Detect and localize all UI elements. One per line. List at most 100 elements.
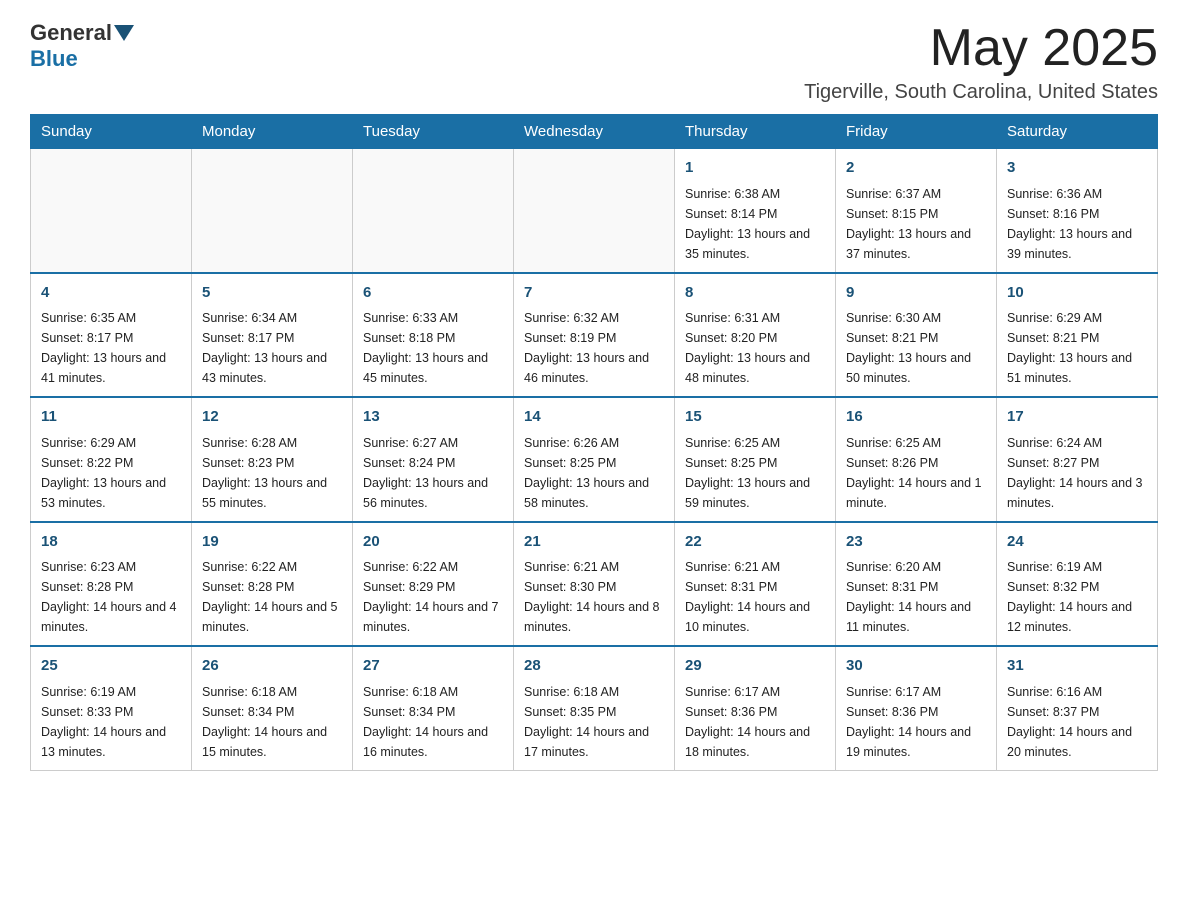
calendar-cell: 7Sunrise: 6:32 AMSunset: 8:19 PMDaylight…: [514, 273, 675, 398]
day-number: 21: [524, 531, 664, 554]
day-number: 15: [685, 406, 825, 429]
weekday-header-sunday: Sunday: [31, 115, 192, 149]
day-number: 28: [524, 655, 664, 678]
calendar-cell: 9Sunrise: 6:30 AMSunset: 8:21 PMDaylight…: [836, 273, 997, 398]
calendar-cell: [514, 149, 675, 273]
day-info: Sunrise: 6:33 AMSunset: 8:18 PMDaylight:…: [363, 308, 503, 388]
calendar-cell: 18 Sunrise: 6:23 AMSunset: 8:28 PMDayligh…: [31, 522, 192, 647]
day-info: Sunrise: 6:25 AMSunset: 8:25 PMDaylight:…: [685, 433, 825, 513]
calendar-cell: 2 Sunrise: 6:37 AMSunset: 8:15 PMDaylight…: [836, 149, 997, 273]
day-info: Sunrise: 6:35 AMSunset: 8:17 PMDaylight:…: [41, 308, 181, 388]
day-number: 11: [41, 406, 181, 429]
day-number: 23: [846, 531, 986, 554]
calendar-week-row: 11 Sunrise: 6:29 AMSunset: 8:22 PMDayligh…: [31, 397, 1158, 522]
calendar-cell: [192, 149, 353, 273]
day-info: Sunrise: 6:31 AMSunset: 8:20 PMDaylight:…: [685, 308, 825, 388]
day-info: Sunrise: 6:16 AMSunset: 8:37 PMDaylight:…: [1007, 682, 1147, 762]
day-number: 7: [524, 282, 664, 305]
calendar-cell: 25 Sunrise: 6:19 AMSunset: 8:33 PMDayligh…: [31, 646, 192, 770]
day-number: 3: [1007, 157, 1147, 180]
day-info: Sunrise: 6:34 AMSunset: 8:17 PMDaylight:…: [202, 308, 342, 388]
day-info: Sunrise: 6:18 AMSunset: 8:35 PMDaylight:…: [524, 682, 664, 762]
day-number: 30: [846, 655, 986, 678]
weekday-header-wednesday: Wednesday: [514, 115, 675, 149]
day-info: Sunrise: 6:38 AMSunset: 8:14 PMDaylight:…: [685, 184, 825, 264]
day-info: Sunrise: 6:26 AMSunset: 8:25 PMDaylight:…: [524, 433, 664, 513]
day-number: 14: [524, 406, 664, 429]
logo-blue-text: Blue: [30, 46, 78, 72]
calendar-cell: 28 Sunrise: 6:18 AMSunset: 8:35 PMDayligh…: [514, 646, 675, 770]
day-number: 1: [685, 157, 825, 180]
calendar-cell: [31, 149, 192, 273]
day-number: 26: [202, 655, 342, 678]
day-info: Sunrise: 6:22 AMSunset: 8:28 PMDaylight:…: [202, 557, 342, 637]
month-title: May 2025: [804, 20, 1158, 77]
day-number: 24: [1007, 531, 1147, 554]
day-number: 8: [685, 282, 825, 305]
calendar-week-row: 25 Sunrise: 6:19 AMSunset: 8:33 PMDayligh…: [31, 646, 1158, 770]
day-number: 20: [363, 531, 503, 554]
calendar-cell: 3Sunrise: 6:36 AMSunset: 8:16 PMDaylight…: [997, 149, 1158, 273]
day-info: Sunrise: 6:19 AMSunset: 8:33 PMDaylight:…: [41, 682, 181, 762]
day-number: 31: [1007, 655, 1147, 678]
day-number: 18: [41, 531, 181, 554]
calendar-cell: 27 Sunrise: 6:18 AMSunset: 8:34 PMDayligh…: [353, 646, 514, 770]
calendar-cell: 31 Sunrise: 6:16 AMSunset: 8:37 PMDayligh…: [997, 646, 1158, 770]
day-number: 25: [41, 655, 181, 678]
day-info: Sunrise: 6:37 AMSunset: 8:15 PMDaylight:…: [846, 184, 986, 264]
calendar-cell: 16 Sunrise: 6:25 AMSunset: 8:26 PMDayligh…: [836, 397, 997, 522]
calendar-cell: 30Sunrise: 6:17 AMSunset: 8:36 PMDayligh…: [836, 646, 997, 770]
day-info: Sunrise: 6:18 AMSunset: 8:34 PMDaylight:…: [363, 682, 503, 762]
calendar-cell: 8 Sunrise: 6:31 AMSunset: 8:20 PMDaylight…: [675, 273, 836, 398]
day-info: Sunrise: 6:24 AMSunset: 8:27 PMDaylight:…: [1007, 433, 1147, 513]
weekday-header-thursday: Thursday: [675, 115, 836, 149]
calendar-week-row: 4 Sunrise: 6:35 AMSunset: 8:17 PMDaylight…: [31, 273, 1158, 398]
calendar-cell: 20 Sunrise: 6:22 AMSunset: 8:29 PMDayligh…: [353, 522, 514, 647]
day-info: Sunrise: 6:21 AMSunset: 8:30 PMDaylight:…: [524, 557, 664, 637]
day-number: 17: [1007, 406, 1147, 429]
day-number: 16: [846, 406, 986, 429]
calendar-cell: 10 Sunrise: 6:29 AMSunset: 8:21 PMDayligh…: [997, 273, 1158, 398]
calendar-cell: 4 Sunrise: 6:35 AMSunset: 8:17 PMDaylight…: [31, 273, 192, 398]
logo-general-text: General: [30, 20, 112, 46]
day-number: 2: [846, 157, 986, 180]
day-number: 6: [363, 282, 503, 305]
page-header: General Blue May 2025 Tigerville, South …: [30, 20, 1158, 104]
calendar-cell: 19 Sunrise: 6:22 AMSunset: 8:28 PMDayligh…: [192, 522, 353, 647]
day-number: 27: [363, 655, 503, 678]
title-area: May 2025 Tigerville, South Carolina, Uni…: [804, 20, 1158, 104]
calendar-table: SundayMondayTuesdayWednesdayThursdayFrid…: [30, 114, 1158, 771]
day-info: Sunrise: 6:29 AMSunset: 8:21 PMDaylight:…: [1007, 308, 1147, 388]
day-info: Sunrise: 6:25 AMSunset: 8:26 PMDaylight:…: [846, 433, 986, 513]
day-info: Sunrise: 6:27 AMSunset: 8:24 PMDaylight:…: [363, 433, 503, 513]
day-number: 12: [202, 406, 342, 429]
logo: General Blue: [30, 20, 136, 72]
day-info: Sunrise: 6:22 AMSunset: 8:29 PMDaylight:…: [363, 557, 503, 637]
calendar-cell: 26 Sunrise: 6:18 AMSunset: 8:34 PMDayligh…: [192, 646, 353, 770]
day-info: Sunrise: 6:23 AMSunset: 8:28 PMDaylight:…: [41, 557, 181, 637]
calendar-cell: 22Sunrise: 6:21 AMSunset: 8:31 PMDayligh…: [675, 522, 836, 647]
weekday-header-tuesday: Tuesday: [353, 115, 514, 149]
calendar-cell: 17 Sunrise: 6:24 AMSunset: 8:27 PMDayligh…: [997, 397, 1158, 522]
day-number: 19: [202, 531, 342, 554]
day-info: Sunrise: 6:28 AMSunset: 8:23 PMDaylight:…: [202, 433, 342, 513]
day-number: 10: [1007, 282, 1147, 305]
location-title: Tigerville, South Carolina, United State…: [804, 81, 1158, 104]
weekday-header-saturday: Saturday: [997, 115, 1158, 149]
calendar-week-row: 1 Sunrise: 6:38 AMSunset: 8:14 PMDaylight…: [31, 149, 1158, 273]
calendar-cell: [353, 149, 514, 273]
calendar-cell: 6 Sunrise: 6:33 AMSunset: 8:18 PMDaylight…: [353, 273, 514, 398]
calendar-cell: 11 Sunrise: 6:29 AMSunset: 8:22 PMDayligh…: [31, 397, 192, 522]
calendar-cell: 14 Sunrise: 6:26 AMSunset: 8:25 PMDayligh…: [514, 397, 675, 522]
day-number: 9: [846, 282, 986, 305]
day-info: Sunrise: 6:17 AMSunset: 8:36 PMDaylight:…: [685, 682, 825, 762]
day-number: 29: [685, 655, 825, 678]
calendar-cell: 1 Sunrise: 6:38 AMSunset: 8:14 PMDaylight…: [675, 149, 836, 273]
calendar-cell: 29 Sunrise: 6:17 AMSunset: 8:36 PMDayligh…: [675, 646, 836, 770]
day-number: 4: [41, 282, 181, 305]
day-info: Sunrise: 6:29 AMSunset: 8:22 PMDaylight:…: [41, 433, 181, 513]
calendar-cell: 23Sunrise: 6:20 AMSunset: 8:31 PMDayligh…: [836, 522, 997, 647]
day-info: Sunrise: 6:19 AMSunset: 8:32 PMDaylight:…: [1007, 557, 1147, 637]
day-info: Sunrise: 6:18 AMSunset: 8:34 PMDaylight:…: [202, 682, 342, 762]
day-number: 22: [685, 531, 825, 554]
